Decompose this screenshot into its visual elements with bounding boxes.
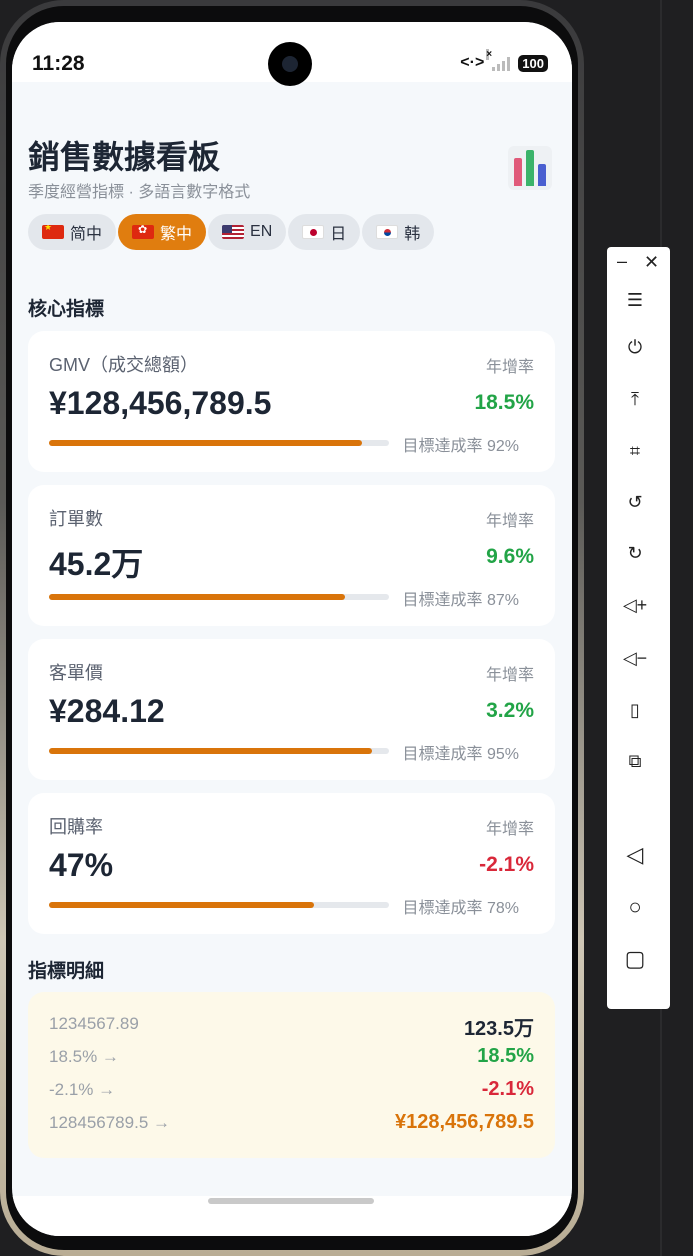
- metric-name: 回購率: [49, 817, 103, 837]
- metric-card[interactable]: GMV（成交總額） 年增率 ¥128,456,789.5 18.5% 目標達成率 92%: [28, 331, 555, 472]
- progress-text: 目標達成率 78%: [402, 900, 519, 917]
- progress-bar: [49, 902, 389, 908]
- page-subtitle: 季度經營指標 · 多語言數字格式: [28, 184, 251, 201]
- language-tab-label: 繁中: [160, 226, 193, 243]
- detail-input: 18.5% →: [49, 1047, 119, 1066]
- minimize-icon[interactable]: –: [617, 251, 627, 272]
- metric-value: 47%: [49, 847, 114, 883]
- metric-growth: 3.2%: [486, 699, 534, 722]
- detail-output: -2.1%: [481, 1078, 534, 1100]
- page-title: 銷售數據看板: [28, 139, 221, 175]
- detail-row: -2.1% → -2.1%: [49, 1076, 534, 1106]
- language-tab[interactable]: 繁中: [118, 214, 207, 250]
- detail-output: 18.5%: [477, 1045, 534, 1067]
- progress-bar: [49, 440, 389, 446]
- detail-output: 123.5万: [463, 1018, 534, 1040]
- metric-growth-label: 年增率: [485, 359, 534, 376]
- detail-section-title: 指標明細: [28, 961, 105, 982]
- metric-value: ¥128,456,789.5: [49, 385, 272, 421]
- status-icons: <·> × 100: [460, 49, 548, 72]
- progress-fill: [49, 440, 362, 446]
- progress-bar: [49, 594, 389, 600]
- metric-name: GMV（成交總額）: [49, 355, 199, 375]
- metric-name: 訂單數: [49, 509, 103, 529]
- progress-text: 目標達成率 87%: [402, 592, 519, 609]
- detail-row: 18.5% → 18.5%: [49, 1043, 534, 1073]
- battery-icon: 100: [518, 54, 548, 72]
- language-tab[interactable]: 简中: [28, 214, 117, 250]
- language-tab-label: 日: [330, 226, 347, 243]
- toolbar-window-controls: – ✕: [607, 251, 670, 275]
- progress-text: 目標達成率 92%: [402, 438, 519, 455]
- language-tab-label: EN: [250, 223, 273, 240]
- detail-input: 128456789.5 →: [49, 1113, 170, 1132]
- progress-text: 目標達成率 95%: [402, 746, 519, 763]
- detail-row: 128456789.5 → ¥128,456,789.5: [49, 1109, 534, 1139]
- hk-flag-icon: [132, 225, 155, 239]
- language-switcher: 简中 繁中 EN 日 韩: [28, 214, 435, 250]
- front-camera: [268, 42, 312, 86]
- screenshot-icon[interactable]: ⧉: [620, 746, 650, 776]
- data-transfer-icon: <·>: [460, 54, 485, 71]
- metric-value: 45.2万: [49, 546, 144, 582]
- crop-icon[interactable]: ⌗: [620, 436, 650, 466]
- metric-growth-label: 年增率: [485, 513, 534, 530]
- pin-top-icon[interactable]: ⤒: [620, 384, 650, 414]
- language-tab[interactable]: EN: [208, 214, 287, 250]
- detail-output: ¥128,456,789.5: [394, 1111, 534, 1133]
- language-tab[interactable]: 韩: [362, 214, 435, 250]
- progress-fill: [49, 902, 315, 908]
- power-icon[interactable]: ⏻: [620, 332, 650, 362]
- detail-input: -2.1% →: [49, 1080, 116, 1099]
- jp-flag-icon: [302, 225, 325, 239]
- back-icon[interactable]: ◁: [620, 840, 650, 870]
- language-tab-label: 简中: [70, 226, 103, 243]
- volume-up-icon[interactable]: ◁+: [620, 590, 650, 620]
- status-time: 11:28: [32, 52, 85, 75]
- metric-growth: -2.1%: [479, 853, 534, 876]
- menu-icon[interactable]: ☰: [620, 285, 650, 315]
- kr-flag-icon: [376, 225, 399, 239]
- progress-bar: [49, 748, 389, 754]
- metric-card[interactable]: 訂單數 年增率 45.2万 9.6% 目標達成率 87%: [28, 485, 555, 626]
- detail-card: 1234567.89 123.5万 18.5% → 18.5% -2.1% → -2.1%…: [28, 992, 555, 1158]
- home-indicator[interactable]: [208, 1198, 374, 1204]
- status-bar: 11:28 <·> × 100: [12, 22, 572, 86]
- detail-row: 1234567.89 123.5万: [49, 1010, 534, 1040]
- rotate-left-icon[interactable]: ↺: [620, 487, 650, 517]
- metric-value: ¥284.12: [49, 693, 165, 729]
- rotate-right-icon[interactable]: ↻: [620, 538, 650, 568]
- volume-down-icon[interactable]: ◁−: [620, 643, 650, 673]
- language-tab[interactable]: 日: [288, 214, 361, 250]
- metric-growth: 18.5%: [474, 391, 534, 414]
- progress-fill: [49, 748, 372, 754]
- emulator-toolbar: – ✕ ☰ ⏻ ⤒ ⌗ ↺ ↻ ◁+ ◁− ▯ ⧉ ◁ ○ ▢: [607, 247, 670, 1009]
- recents-icon[interactable]: ▢: [620, 944, 650, 974]
- bar-chart-icon: [508, 146, 552, 190]
- close-icon[interactable]: ✕: [644, 252, 659, 273]
- home-icon[interactable]: ○: [620, 892, 650, 922]
- metric-growth-label: 年增率: [485, 667, 534, 684]
- progress-fill: [49, 594, 345, 600]
- core-section-title: 核心指標: [28, 299, 105, 320]
- metric-growth: 9.6%: [486, 545, 534, 568]
- signal-icon: ×: [486, 49, 511, 71]
- metric-card[interactable]: 客單價 年增率 ¥284.12 3.2% 目標達成率 95%: [28, 639, 555, 780]
- language-tab-label: 韩: [404, 226, 421, 243]
- metric-growth-label: 年增率: [485, 821, 534, 838]
- metric-card[interactable]: 回購率 年增率 47% -2.1% 目標達成率 78%: [28, 793, 555, 934]
- phone-screen: 11:28 <·> × 100 銷售數據看板 季度經營指標 · 多語言數字格式 …: [12, 22, 572, 1236]
- detail-input: 1234567.89: [49, 1014, 139, 1033]
- us-flag-icon: [222, 225, 245, 239]
- cn-flag-icon: [42, 225, 64, 239]
- shake-icon[interactable]: ▯: [620, 695, 650, 725]
- metric-name: 客單價: [49, 663, 103, 683]
